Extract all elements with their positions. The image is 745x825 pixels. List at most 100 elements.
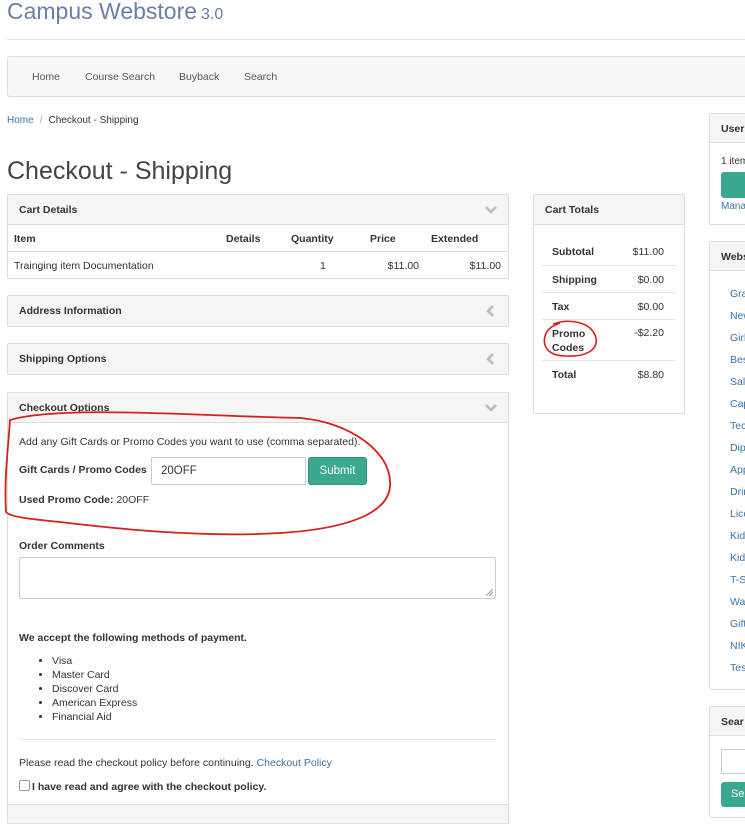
tax-label: Tax [552, 301, 570, 313]
used-promo-label: Used Promo Code: [19, 494, 114, 506]
breadcrumb: Home / Checkout - Shipping [7, 115, 139, 126]
breadcrumb-home[interactable]: Home [7, 115, 34, 126]
col-price: Price [370, 233, 396, 245]
promo-code-value: 20OFF [161, 465, 197, 477]
address-panel: Address Information [7, 295, 509, 327]
webstore-panel-title: Webs [721, 251, 745, 263]
category-link[interactable]: App [730, 464, 745, 476]
user-panel-title: User [721, 123, 745, 135]
list-item: Master Card [52, 668, 137, 682]
nav-course-search[interactable]: Course Search [85, 71, 155, 83]
breadcrumb-current: Checkout - Shipping [48, 115, 139, 126]
category-link[interactable]: Bes [730, 354, 745, 366]
list-item: Discover Card [52, 682, 137, 696]
search-panel: Sear Sea [709, 706, 745, 818]
chevron-left-icon[interactable] [485, 353, 497, 365]
row-item: Trainging item Documentation [14, 260, 154, 272]
brand-version: 3.0 [201, 6, 224, 23]
manage-link[interactable]: Mana [721, 201, 745, 212]
category-link[interactable]: T-Sl [730, 574, 745, 586]
category-link[interactable]: Kid [730, 530, 745, 542]
checkout-options-header[interactable]: Checkout Options [8, 393, 508, 423]
webstore-panel: Webs Gra New Girl Bes Sale Cap Tec Dip A… [709, 241, 745, 690]
totals-row-promo: Promo Codes -$2.20 [542, 319, 676, 360]
category-link[interactable]: Dip [730, 442, 745, 454]
used-promo-value: 20OFF [116, 494, 150, 506]
address-header[interactable]: Address Information [8, 296, 508, 326]
nav-search[interactable]: Search [244, 71, 277, 83]
chevron-down-icon[interactable] [485, 402, 497, 414]
category-link[interactable]: Drin [730, 486, 745, 498]
list-item: American Express [52, 696, 137, 710]
category-link[interactable]: Tec [730, 420, 745, 432]
promo-code-input[interactable]: 20OFF [151, 457, 306, 485]
category-link[interactable]: Kid [730, 552, 745, 564]
agree-checkbox[interactable] [19, 780, 30, 791]
cart-details-header[interactable]: Cart Details [8, 195, 508, 225]
list-item: Visa [52, 654, 137, 668]
totals-row-total: Total $8.80 [542, 360, 676, 387]
chevron-left-icon[interactable] [485, 305, 497, 317]
col-quantity: Quantity [291, 233, 334, 245]
category-link[interactable]: Gra [730, 288, 745, 300]
order-comments-field[interactable] [19, 557, 496, 599]
submit-button[interactable]: Submit [308, 457, 367, 485]
category-link[interactable]: Tes [730, 662, 745, 674]
total-value: $8.80 [637, 369, 664, 381]
list-item: Financial Aid [52, 710, 137, 724]
row-price: $11.00 [387, 260, 419, 272]
cart-details-title: Cart Details [19, 204, 78, 216]
promo-label: Gift Cards / Promo Codes [19, 464, 147, 476]
col-details: Details [226, 233, 261, 245]
resize-handle-icon[interactable] [486, 589, 493, 596]
payment-methods-list: Visa Master Card Discover Card American … [30, 654, 137, 724]
cart-totals-header: Cart Totals [534, 195, 684, 225]
checkout-policy-link[interactable]: Checkout Policy [257, 757, 332, 769]
shipping-panel: Shipping Options [7, 343, 509, 375]
policy-divider [19, 739, 496, 740]
promo-codes-value: -$2.20 [634, 327, 664, 339]
totals-row-subtotal: Subtotal $11.00 [542, 237, 676, 263]
policy-notice: Please read the checkout policy before c… [19, 757, 332, 769]
category-link[interactable]: Lice [730, 508, 745, 520]
payment-title: We accept the following methods of payme… [19, 632, 247, 644]
totals-row-shipping: Shipping $0.00 [542, 265, 676, 292]
cart-totals-title: Cart Totals [545, 204, 600, 216]
store-brand[interactable]: Campus Webstore 3.0 [7, 0, 223, 25]
chevron-down-icon[interactable] [485, 204, 497, 216]
view-cart-button[interactable] [721, 172, 745, 198]
sidebar-search-button[interactable]: Sea [721, 782, 745, 807]
row-quantity: 1 [320, 260, 326, 272]
category-link[interactable]: Wa [730, 596, 745, 608]
promo-codes-label: Promo Codes [552, 328, 586, 354]
checkout-options-title: Checkout Options [19, 402, 110, 414]
promo-hint: Add any Gift Cards or Promo Codes you wa… [19, 436, 361, 448]
tax-value: $0.00 [637, 301, 664, 313]
address-title: Address Information [19, 305, 122, 317]
used-promo: Used Promo Code: 20OFF [19, 494, 149, 506]
shipping-header[interactable]: Shipping Options [8, 344, 508, 374]
totals-row-tax: Tax $0.00 [542, 292, 676, 319]
total-label: Total [552, 369, 577, 381]
category-link[interactable]: NIK [730, 640, 745, 652]
user-panel: User 1 item Mana [709, 113, 745, 225]
search-panel-header: Sear [710, 707, 745, 736]
comments-label: Order Comments [19, 540, 105, 552]
row-extended: $11.00 [469, 260, 501, 272]
nav-buyback[interactable]: Buyback [179, 71, 219, 83]
agree-label: I have read and agree with the checkout … [32, 781, 267, 793]
category-link[interactable]: Sale [730, 376, 745, 388]
category-link[interactable]: Cap [730, 398, 745, 410]
col-extended: Extended [431, 233, 479, 245]
category-link[interactable]: Girl [730, 332, 745, 344]
category-link[interactable]: Gift [730, 618, 745, 630]
table-row: Trainging item Documentation 1 $11.00 $1… [8, 252, 508, 278]
nav-home[interactable]: Home [32, 71, 60, 83]
sidebar-search-input[interactable] [721, 749, 745, 774]
cart-table-header: Item Details Quantity Price Extended [8, 225, 508, 252]
category-link[interactable]: New [730, 310, 745, 322]
breadcrumb-separator: / [39, 115, 43, 126]
brand-name: Campus Webstore [7, 0, 198, 24]
page-title: Checkout - Shipping [7, 157, 233, 185]
cart-totals-panel: Cart Totals Subtotal $11.00 Shipping $0.… [533, 194, 685, 414]
